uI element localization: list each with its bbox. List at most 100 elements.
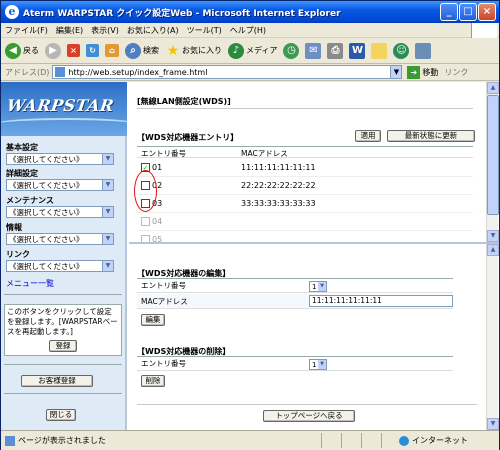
refresh-button[interactable]: ↻ [86, 44, 99, 57]
edit-entry-select[interactable]: 1 ▼ [309, 281, 327, 292]
window-title: Aterm WARPSTAR クイック設定Web - Microsoft Int… [23, 8, 341, 19]
warpstar-logo: WARPSTAR [1, 82, 127, 136]
advanced-settings-select[interactable]: 《選択してください》 ▼ [6, 179, 114, 191]
menu-group-maintenance: メンテナンス 《選択してください》 ▼ [6, 195, 114, 218]
title-bar: e Aterm WARPSTAR クイック設定Web - Microsoft I… [1, 1, 499, 23]
edit-mac-row: MACアドレス 11:11:11:11:11:11 [137, 294, 453, 309]
bottom-frame-scrollbar[interactable]: ▲ ▼ [486, 244, 499, 430]
register-button[interactable]: 登録 [49, 340, 77, 352]
entry-table-header: エントリ番号 MACアドレス [137, 146, 473, 158]
address-label: アドレス(D) [5, 67, 50, 77]
sidebar-divider [4, 294, 122, 295]
messenger-button[interactable]: ☺ [393, 42, 410, 59]
customer-registration-button[interactable]: お客様登録 [21, 375, 93, 387]
ie-icon: e [5, 5, 19, 19]
page-icon [55, 67, 66, 77]
back-arrow-icon: ◀ [5, 42, 21, 59]
media-button[interactable]: ♪ メディア [228, 42, 277, 59]
stop-icon: × [67, 44, 80, 57]
back-button[interactable]: ◀ 戻る [5, 42, 39, 59]
entry-table: ✓ 01 11:11:11:11:11:11 02 22:22:22:22:22:… [137, 159, 473, 242]
menu-group-basic: 基本設定 《選択してください》 ▼ [6, 142, 114, 165]
chevron-down-icon: ▼ [102, 261, 113, 271]
chevron-down-icon: ▼ [102, 207, 113, 217]
close-window-button[interactable]: 閉じる [46, 409, 76, 421]
edit-entry-row: エントリ番号 1 ▼ [137, 278, 453, 293]
chevron-down-icon: ▼ [318, 282, 326, 291]
table-row: 02 22:22:22:22:22:22 [137, 177, 473, 195]
delete-button[interactable]: 削除 [141, 375, 165, 387]
address-input[interactable]: http://web.setup/index_frame.html ▼ [52, 65, 403, 79]
links-button[interactable]: リンク [444, 67, 468, 78]
menu-favorites[interactable]: お気に入り(A) [127, 25, 179, 36]
minimize-button[interactable]: _ [440, 3, 458, 21]
menu-list-link[interactable]: メニュー一覧 [6, 278, 54, 289]
home-icon: ⌂ [105, 44, 119, 57]
delete-entry-row: エントリ番号 1 ▼ [137, 356, 453, 371]
close-button[interactable]: × [478, 3, 496, 21]
search-icon: ⌕ [125, 42, 141, 59]
chevron-down-icon: ▼ [102, 234, 113, 244]
table-row: ✓ 01 11:11:11:11:11:11 [137, 159, 473, 177]
print-button[interactable]: ⎙ [327, 42, 344, 59]
history-button[interactable]: ◷ [283, 42, 300, 59]
table-row: 04 [137, 213, 473, 231]
menu-group-links: リンク 《選択してください》 ▼ [6, 249, 114, 272]
browser-window: e Aterm WARPSTAR クイック設定Web - Microsoft I… [0, 0, 500, 450]
menu-help[interactable]: ヘルプ(H) [230, 25, 266, 36]
table-row: 05 [137, 231, 473, 242]
status-bar: ページが表示されました インターネット [1, 430, 499, 450]
go-arrow-icon: ➔ [407, 65, 421, 79]
mail-icon: ✉ [305, 42, 322, 59]
edit-word-button[interactable]: W [349, 42, 366, 59]
research-button[interactable] [415, 42, 432, 59]
table-row: 03 33:33:33:33:33:33 [137, 195, 473, 213]
mac-address-input[interactable]: 11:11:11:11:11:11 [309, 295, 453, 307]
forward-button[interactable]: ▶ [45, 42, 61, 59]
refresh-status-button[interactable]: 最新状態に更新 [387, 130, 475, 142]
forward-arrow-icon: ▶ [45, 42, 61, 59]
apply-button[interactable]: 適用 [355, 130, 381, 142]
back-to-top-button[interactable]: トップページへ戻る [263, 410, 355, 422]
mail-button[interactable]: ✉ [305, 42, 322, 59]
scroll-up-icon[interactable]: ▲ [487, 244, 499, 256]
notes-button[interactable] [371, 42, 388, 59]
menu-group-advanced: 詳細設定 《選択してください》 ▼ [6, 168, 114, 191]
stop-button[interactable]: × [67, 44, 80, 57]
maintenance-select[interactable]: 《選択してください》 ▼ [6, 206, 114, 218]
menu-edit[interactable]: 編集(E) [56, 25, 83, 36]
page-title: [無線LAN側設定(WDS)] [137, 97, 231, 106]
entry-checkbox-04 [141, 217, 150, 226]
security-zone: インターネット [399, 435, 468, 446]
scroll-down-icon[interactable]: ▼ [487, 230, 499, 242]
scroll-down-icon[interactable]: ▼ [487, 418, 499, 430]
favorites-button[interactable]: ★ お気に入り [165, 43, 222, 59]
note-icon [371, 42, 388, 59]
go-button[interactable]: ➔ 移動 [407, 65, 438, 79]
wds-edit-frame: 【WDS対応機器の編集】 エントリ番号 1 ▼ MACアドレス 11:11:11:… [129, 242, 499, 430]
address-dropdown-icon[interactable]: ▼ [390, 66, 402, 78]
home-button[interactable]: ⌂ [105, 44, 119, 57]
top-frame-scrollbar[interactable]: ▲ ▼ [486, 82, 499, 242]
menu-group-info: 情報 《選択してください》 ▼ [6, 222, 114, 245]
basic-settings-select[interactable]: 《選択してください》 ▼ [6, 153, 114, 165]
menu-view[interactable]: 表示(V) [91, 25, 119, 36]
delete-entry-select[interactable]: 1 ▼ [309, 359, 327, 370]
maximize-button[interactable]: □ [459, 3, 477, 21]
sidebar-frame: WARPSTAR 基本設定 《選択してください》 ▼ 詳細設定 《選択してください… [1, 82, 127, 430]
menu-tools[interactable]: ツール(T) [187, 25, 222, 36]
entry-checkbox-05 [141, 235, 150, 242]
media-icon: ♪ [228, 42, 244, 59]
star-icon: ★ [166, 42, 180, 59]
windows-logo-icon [471, 23, 497, 38]
scroll-up-icon[interactable]: ▲ [487, 82, 499, 94]
info-select[interactable]: 《選択してください》 ▼ [6, 233, 114, 245]
scroll-thumb[interactable] [487, 95, 499, 215]
menu-file[interactable]: ファイル(F) [5, 25, 48, 36]
address-bar: アドレス(D) http://web.setup/index_frame.htm… [1, 64, 499, 81]
search-button[interactable]: ⌕ 検索 [125, 42, 159, 59]
links-select[interactable]: 《選択してください》 ▼ [6, 260, 114, 272]
toolbar: ◀ 戻る ▶ × ↻ ⌂ ⌕ 検索 ★ お気に入り ♪ メディア ◷ ✉ ⎙ W ☺ [1, 38, 499, 64]
edit-button[interactable]: 編集 [141, 314, 165, 326]
messenger-icon: ☺ [393, 42, 410, 59]
